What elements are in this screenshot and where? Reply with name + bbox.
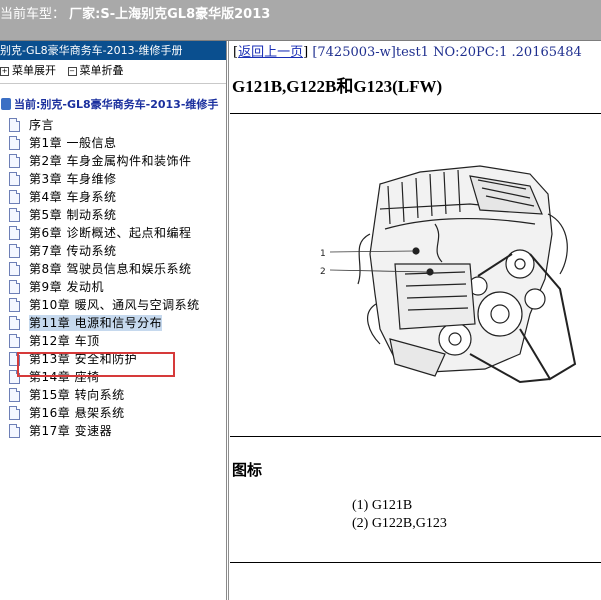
legend-heading: 图标: [232, 463, 263, 479]
callout-1: 1: [320, 249, 326, 259]
current-model-label: 当前车型： 厂家:S-上海别克GL8豪华版2013: [0, 3, 270, 22]
illustration-frame: 1 2: [230, 113, 601, 437]
expand-menu-button[interactable]: + 菜单展开: [0, 62, 56, 78]
document-icon: [9, 172, 20, 186]
tree-item-label: 第7章 传动系统: [29, 244, 117, 258]
tree-item-label: 第4章 车身系统: [29, 190, 117, 204]
document-icon: [9, 424, 20, 438]
document-icon: [9, 334, 20, 348]
tree-item-label: 第6章 诊断概述、起点和编程: [29, 226, 192, 240]
document-icon: [9, 406, 20, 420]
current-model-prefix: 当前车型：: [0, 7, 66, 22]
tree-root-label: 当前:别克-GL8豪华商务车-2013-维修手: [14, 98, 219, 111]
tree-item-label: 第2章 车身金属构件和装饰件: [29, 154, 192, 168]
tree-item-label: 第11章 电源和信号分布: [29, 315, 163, 331]
tree-item-label: 第1章 一般信息: [29, 136, 117, 150]
tree-item-label: 第15章 转向系统: [29, 388, 125, 402]
tree-item-label: 第8章 驾驶员信息和娱乐系统: [29, 262, 192, 276]
document-icon: [9, 118, 20, 132]
document-icon: [9, 190, 20, 204]
expand-menu-label: 菜单展开: [12, 64, 56, 77]
tree-item-label: 第3章 车身维修: [29, 172, 117, 186]
document-icon: [9, 280, 20, 294]
breadcrumb: [返回上一页] [7425003-w]test1 NO:20PC:1 .2016…: [233, 45, 582, 60]
collapse-menu-button[interactable]: − 菜单折叠: [67, 62, 124, 78]
document-icon: [9, 208, 20, 222]
document-icon: [9, 316, 20, 330]
title-bar: 当前车型： 厂家:S-上海别克GL8豪华版2013: [0, 0, 601, 41]
manual-header: 别克-GL8豪华商务车-2013-维修手册: [0, 41, 226, 60]
collapse-menu-label: 菜单折叠: [79, 64, 124, 77]
document-icon: [9, 262, 20, 276]
document-meta: [7425003-w]test1 NO:20PC:1 .20165484: [312, 45, 582, 60]
collapse-icon: −: [67, 66, 77, 76]
legend-item-1: (1) G121B: [352, 498, 413, 513]
document-icon: [9, 298, 20, 312]
tree-item-label: 第12章 车顶: [29, 334, 100, 348]
back-link[interactable]: 返回上一页: [238, 45, 303, 60]
callout-2: 2: [320, 267, 326, 277]
document-icon: [9, 154, 20, 168]
selection-highlight-box: [17, 352, 175, 377]
current-model-value: 厂家:S-上海别克GL8豪华版2013: [69, 7, 271, 22]
content-pane: [返回上一页] [7425003-w]test1 NO:20PC:1 .2016…: [230, 41, 601, 600]
expand-icon: +: [0, 66, 9, 76]
tree-item-label: 第10章 暖风、通风与空调系统: [29, 298, 200, 312]
document-icon: [9, 136, 20, 150]
legend-item-2: (2) G122B,G123: [352, 516, 447, 531]
page-title: G121B,G122B和G123(LFW): [232, 77, 443, 96]
navigation-pane: 别克-GL8豪华商务车-2013-维修手册 + 菜单展开 − 菜单折叠 当前:别克-…: [0, 41, 227, 600]
divider: [230, 562, 601, 563]
document-icon: [9, 226, 20, 240]
tree-item-label: 序言: [29, 118, 55, 132]
document-icon: [9, 388, 20, 402]
tree-item-label: 第16章 悬架系统: [29, 406, 125, 420]
document-icon: [9, 244, 20, 258]
tree-item-label: 第17章 变速器: [29, 424, 113, 438]
book-icon: [1, 98, 11, 110]
divider: [0, 83, 226, 84]
tree-toolbar: + 菜单展开 − 菜单折叠: [0, 62, 132, 80]
tree-item-label: 第5章 制动系统: [29, 208, 117, 222]
engine-illustration: 1 2: [320, 165, 577, 384]
tree-root[interactable]: 当前:别克-GL8豪华商务车-2013-维修手: [0, 96, 218, 112]
tree-item-label: 第9章 发动机: [29, 280, 104, 294]
pane-splitter[interactable]: [228, 41, 229, 600]
